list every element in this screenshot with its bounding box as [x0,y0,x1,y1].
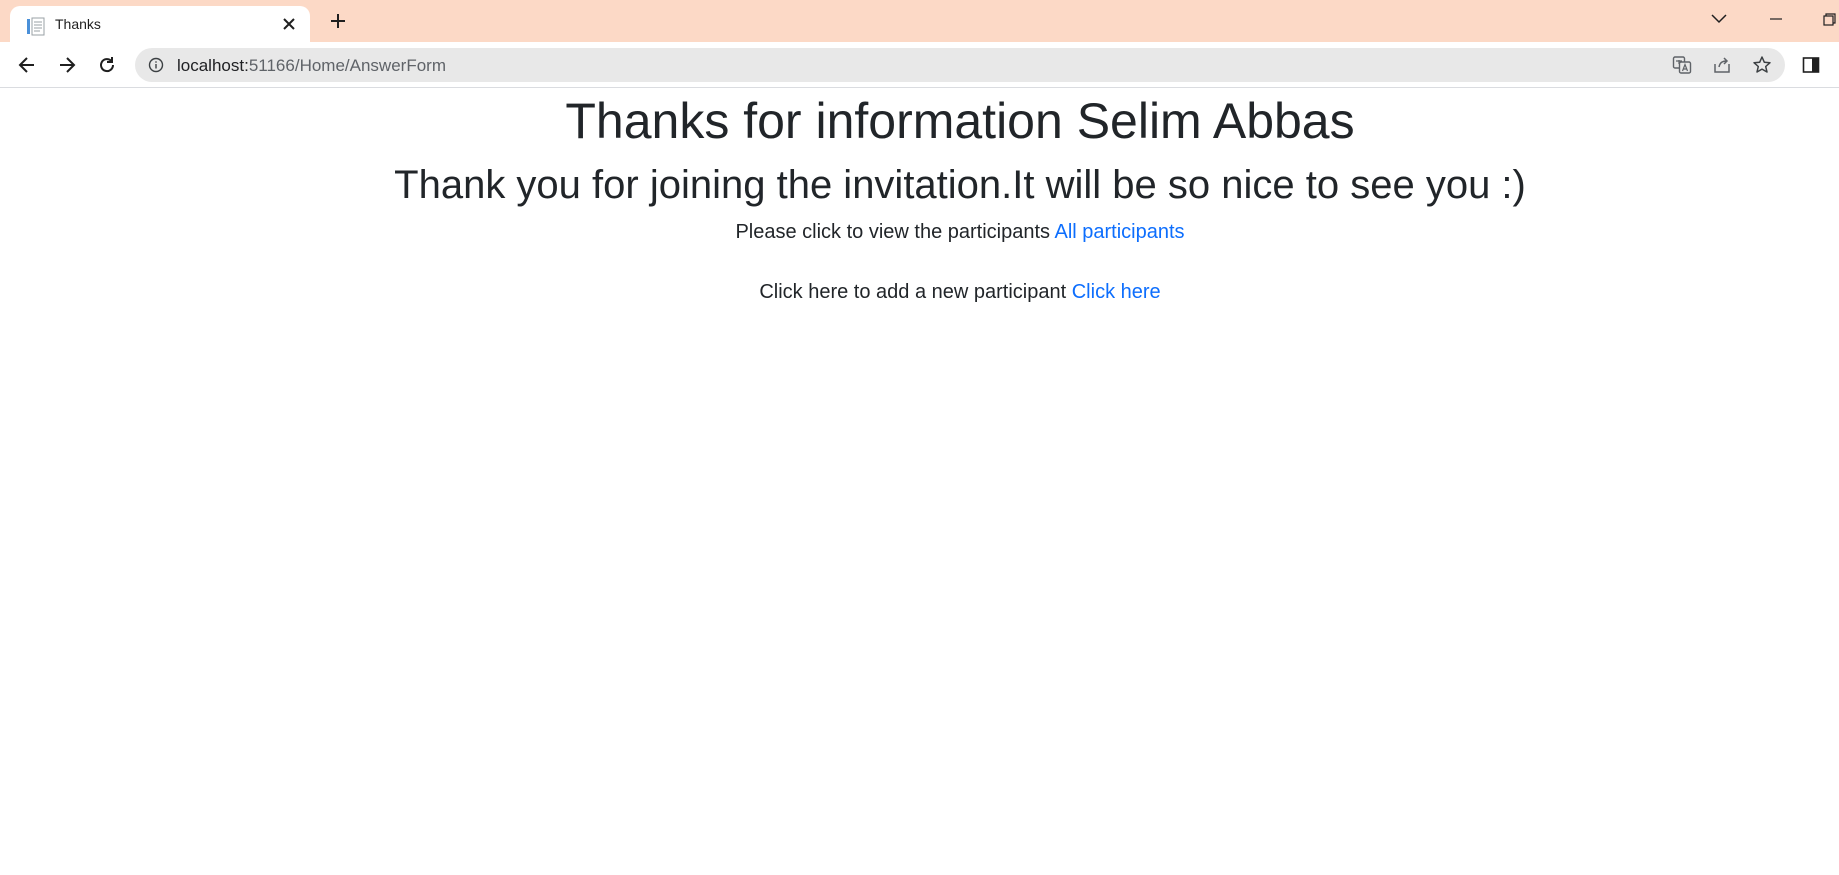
add-participant-paragraph: Click here to add a new participant Clic… [0,279,1839,305]
site-info-icon[interactable] [148,57,164,73]
reload-icon[interactable] [93,51,121,79]
page-content: Thanks for information Selim Abbas Thank… [0,89,1839,875]
address-bar[interactable]: localhost:51166/Home/AnswerForm [135,48,1785,82]
side-panel-icon[interactable] [1800,54,1822,76]
new-tab-icon[interactable] [326,9,350,33]
browser-toolbar: localhost:51166/Home/AnswerForm [0,42,1839,88]
page-title: Thanks for information Selim Abbas [565,93,1355,149]
forward-icon[interactable] [53,51,81,79]
back-icon[interactable] [13,51,41,79]
tab-title: Thanks [55,16,101,32]
page-icon [26,17,46,36]
tab-strip: Thanks [0,0,1839,42]
url-text: localhost:51166/Home/AnswerForm [177,56,446,76]
restore-icon[interactable] [1816,8,1839,30]
url-host: localhost: [177,56,249,75]
tab-search-chevron-icon[interactable] [1706,8,1732,30]
bookmark-star-icon[interactable] [1751,54,1773,76]
url-path: 51166/Home/AnswerForm [248,56,446,75]
page-subtitle: Thank you for joining the invitation.It … [394,163,1526,207]
add-participant-text: Click here to add a new participant [759,281,1067,303]
close-icon[interactable] [280,15,298,33]
participants-text: Please click to view the participants [735,221,1051,243]
translate-icon[interactable] [1671,54,1693,76]
participants-paragraph: Please click to view the participants Al… [0,219,1839,245]
click-here-link[interactable]: Click here [1072,281,1161,303]
all-participants-link[interactable]: All participants [1054,221,1184,243]
browser-tab[interactable]: Thanks [10,6,310,42]
share-icon[interactable] [1711,54,1733,76]
minimize-icon[interactable] [1763,8,1789,30]
